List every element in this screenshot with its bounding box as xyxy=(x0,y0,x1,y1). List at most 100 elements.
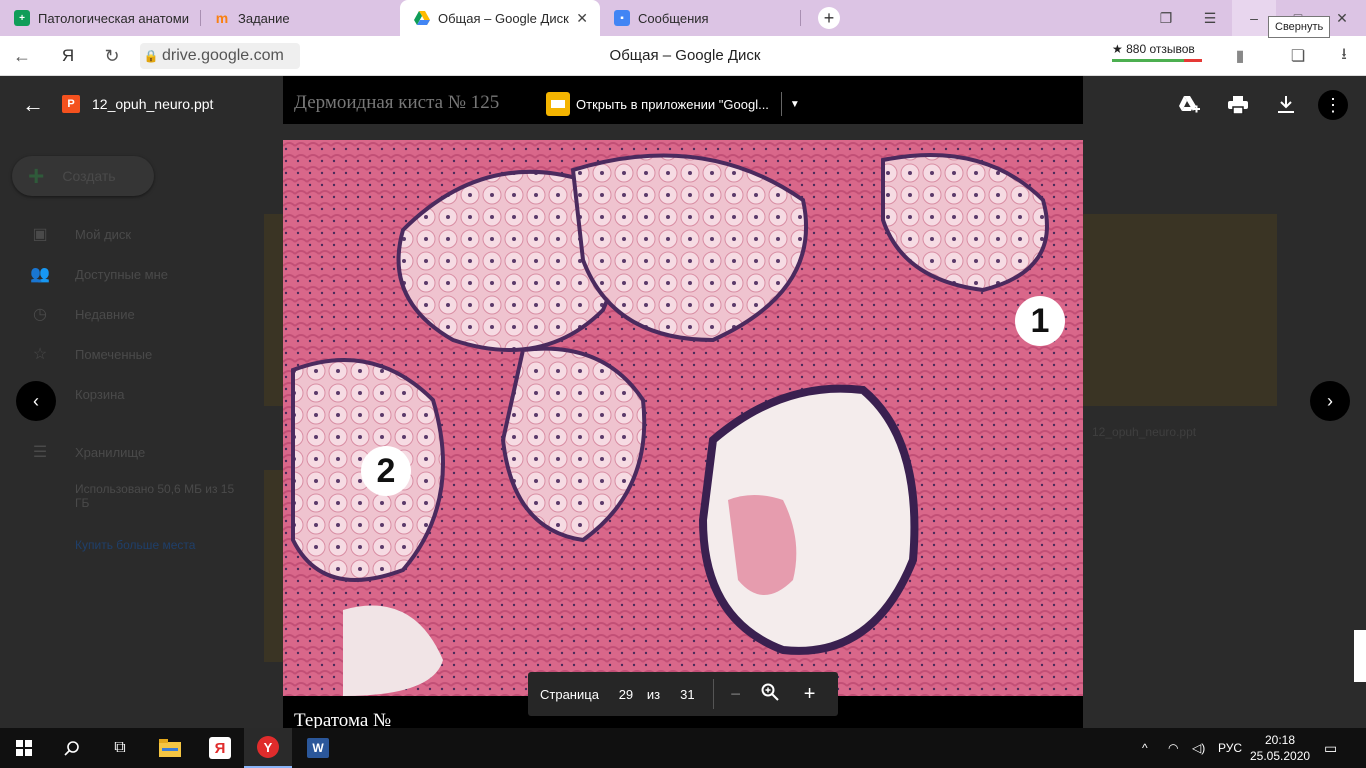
sidebar-item-starred[interactable]: ☆ Помеченные xyxy=(30,344,152,364)
bookmark-icon[interactable]: ▮ xyxy=(1222,36,1258,76)
sidebar-item-label: Доступные мне xyxy=(75,266,169,282)
tab-label: Задание xyxy=(238,10,290,26)
file-explorer-icon[interactable] xyxy=(146,728,194,768)
zoom-icon[interactable] xyxy=(750,683,790,706)
shared-icon: 👥 xyxy=(30,266,50,283)
reload-icon[interactable]: ↻ xyxy=(94,36,130,76)
powerpoint-icon: P xyxy=(62,95,80,113)
collections-icon[interactable]: ❏ xyxy=(1280,36,1316,76)
word-icon[interactable]: W xyxy=(294,728,342,768)
marker-1: 1 xyxy=(1015,296,1065,346)
search-icon[interactable] xyxy=(48,728,96,768)
task-view-icon[interactable]: ⧉ xyxy=(96,728,144,768)
zoom-in-icon[interactable]: + xyxy=(790,683,830,706)
sidebar-item-storage[interactable]: ☰ Хранилище xyxy=(30,442,145,462)
minimize-tooltip: Свернуть xyxy=(1268,16,1331,38)
create-label: Создать xyxy=(62,168,116,184)
wifi-icon[interactable]: ◠ xyxy=(1168,728,1188,768)
zoom-out-icon[interactable]: − xyxy=(722,684,750,705)
new-tab-button[interactable]: + xyxy=(818,7,840,29)
storage-icon: ☰ xyxy=(32,444,48,461)
sidebar-item-shared[interactable]: 👥 Доступные мне xyxy=(30,264,168,284)
add-to-drive-icon[interactable] xyxy=(1175,91,1203,119)
create-button[interactable]: + Создать xyxy=(12,156,154,196)
url-field[interactable]: 🔒 drive.google.com xyxy=(140,43,300,69)
next-file-button[interactable]: › xyxy=(1310,381,1350,421)
sidebar-item-recent[interactable]: ◷ Недавние xyxy=(30,304,135,324)
menu-icon[interactable]: ☰ xyxy=(1188,0,1232,36)
tab-messages[interactable]: ▪ Сообщения xyxy=(600,0,800,36)
yandex-app-icon[interactable]: Y xyxy=(244,728,292,768)
slide-title: Дермоидная киста № 125 xyxy=(294,92,500,113)
total-pages: 31 xyxy=(680,686,695,702)
notifications-icon[interactable]: ▭ xyxy=(1324,728,1344,768)
download-icon[interactable] xyxy=(1272,91,1300,119)
sidebar-item-label: Хранилище xyxy=(75,444,146,460)
clock[interactable]: 20:18 25.05.2020 xyxy=(1250,732,1310,764)
storage-usage: Использовано 50,6 МБ из 15 ГБ xyxy=(75,482,235,510)
divider xyxy=(780,92,782,116)
print-icon[interactable] xyxy=(1224,91,1252,119)
slides-icon xyxy=(546,92,570,116)
tab-assignment[interactable]: m Задание xyxy=(200,0,400,36)
download-icon[interactable]: ⭳ xyxy=(1326,36,1362,76)
reviews-badge[interactable]: ★ 880 отзывов xyxy=(1112,42,1202,62)
tab-label: Сообщения xyxy=(638,10,709,26)
tab-label: Общая – Google Диск xyxy=(438,10,569,26)
tab-divider xyxy=(800,10,801,26)
current-page-input[interactable]: 29 xyxy=(615,687,637,702)
rating-bar xyxy=(1112,59,1202,62)
url-text: drive.google.com xyxy=(162,47,284,64)
sidebar-item-my-drive[interactable]: ▣ Мой диск xyxy=(30,224,131,244)
buy-storage-link[interactable]: Купить больше места xyxy=(75,538,195,552)
back-icon[interactable]: ← xyxy=(4,36,40,76)
micrograph-drawing xyxy=(283,140,1083,696)
clock-icon: ◷ xyxy=(33,306,47,323)
close-tab-icon[interactable]: ✕ xyxy=(576,10,588,27)
clock-time: 20:18 xyxy=(1264,733,1296,747)
tab-google-drive[interactable]: Общая – Google Диск ✕ xyxy=(400,0,600,36)
volume-icon[interactable]: ◁) xyxy=(1192,728,1212,768)
more-options-icon[interactable]: ⋮ xyxy=(1318,90,1348,120)
file-thumbnail[interactable] xyxy=(264,470,284,662)
previous-file-button[interactable]: ‹ xyxy=(16,381,56,421)
sidebar-item-label: Недавние xyxy=(75,306,135,322)
open-in-app-label: Открыть в приложении "Googl... xyxy=(576,96,769,112)
messages-icon: ▪ xyxy=(614,10,630,26)
plus-icon: + xyxy=(28,160,45,191)
tabs-list-icon[interactable]: ❐ xyxy=(1144,0,1188,36)
chevron-down-icon[interactable]: ▼ xyxy=(790,99,800,110)
viewer-filename: 12_opuh_neuro.ppt xyxy=(92,96,214,112)
show-hidden-icons[interactable]: ^ xyxy=(1142,728,1162,768)
tab-pathology[interactable]: + Патологическая анатоми xyxy=(0,0,200,36)
page-of-label: из xyxy=(646,686,661,702)
windows-taskbar: ⧉ Я Y W ^ ◠ ◁) РУС 20:18 25.05.2020 ▭ xyxy=(0,728,1366,768)
slide-header: Дермоидная киста № 125 Открыть в приложе… xyxy=(283,76,1083,124)
address-bar: ← Я ↻ 🔒 drive.google.com Общая – Google … xyxy=(0,36,1366,76)
histology-image: 1 2 xyxy=(283,140,1083,696)
moodle-icon: m xyxy=(215,10,229,26)
lock-icon: 🔒 xyxy=(143,49,159,63)
scrollbar-thumb[interactable] xyxy=(1354,630,1366,682)
drive-icon xyxy=(414,10,430,26)
file-thumbnail[interactable] xyxy=(264,214,284,406)
sheets-icon: + xyxy=(14,10,30,26)
file-name[interactable]: 12_opuh_neuro.ppt xyxy=(1092,425,1196,439)
marker-2: 2 xyxy=(361,446,411,496)
browser-tab-bar: + Патологическая анатоми m Задание Общая… xyxy=(0,0,1366,36)
clock-date: 25.05.2020 xyxy=(1250,749,1311,763)
open-in-app-button[interactable]: Открыть в приложении "Googl... ▼ xyxy=(546,90,800,118)
yandex-icon[interactable]: Я xyxy=(50,36,86,76)
sidebar-item-label: Помеченные xyxy=(75,346,153,362)
file-thumbnail[interactable] xyxy=(1083,214,1277,406)
sidebar-item-label: Корзина xyxy=(75,386,125,402)
yandex-browser-icon[interactable]: Я xyxy=(196,728,244,768)
language-indicator[interactable]: РУС xyxy=(1218,728,1242,768)
page-controls: Страница 29 из 31 − + xyxy=(528,672,838,716)
divider xyxy=(712,679,714,709)
my-drive-icon: ▣ xyxy=(32,226,48,243)
star-icon: ☆ xyxy=(32,346,48,363)
close-viewer-icon[interactable]: ← xyxy=(22,92,44,118)
sidebar-item-label: Мой диск xyxy=(75,226,132,242)
start-icon[interactable] xyxy=(0,728,48,768)
